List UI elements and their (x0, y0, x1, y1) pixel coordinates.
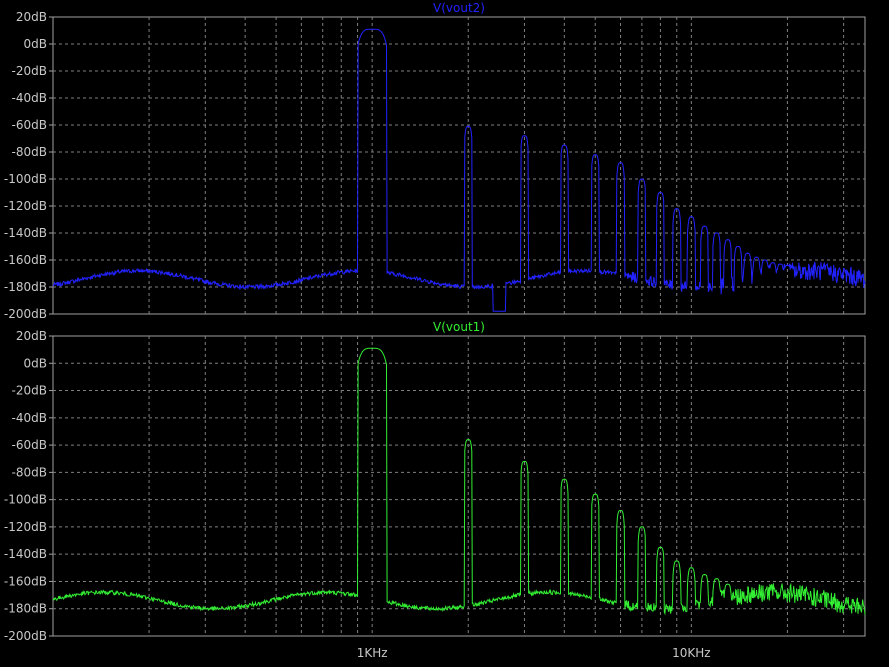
panel2-plot-frame (52, 335, 866, 637)
panel1-harmonic-peak (690, 216, 692, 218)
panel1-harmonic-peak (786, 264, 789, 266)
panel2-y-tick-label: -80dB (12, 465, 47, 479)
panel2-x-tick-label: 10KHz (672, 646, 710, 660)
panel1-y-tick-label: -120dB (4, 199, 47, 213)
panel1-harmonic-peak (467, 125, 469, 127)
panel1-y-tick-label: -20dB (12, 64, 47, 78)
panel2-y-tick-label: -40dB (12, 411, 47, 425)
panel1-harmonic-peak (703, 225, 706, 227)
panel1-y-tick-label: -80dB (12, 145, 47, 159)
panel2-y-tick-label: 0dB (24, 356, 47, 370)
panel1-harmonic-peak (523, 135, 526, 137)
panel2-harmonic-peak (716, 578, 718, 580)
panel1-harmonic-peak (371, 28, 373, 30)
panel1-y-tick-label: -200dB (4, 307, 47, 321)
panel2-trace-line (52, 347, 866, 616)
panel2-y-tick-label: -140dB (4, 547, 47, 561)
panel1-harmonic-peak (746, 252, 749, 254)
panel2-harmonic-peak (690, 567, 692, 569)
panel2-y-tick-label: -60dB (12, 438, 47, 452)
panel1-y-tick-label: -160dB (4, 253, 47, 267)
panel1-harmonic-peak (563, 144, 565, 146)
panel2-y-tick-label: -120dB (4, 520, 47, 534)
panel2-harmonic-peak (523, 460, 526, 463)
panel1-harmonic-peak (779, 263, 781, 265)
plot-canvas: 20dB 0dB -20dB -40dB -60dB -80dB -100dB -120dB -… (4, 1, 866, 660)
panel2-harmonic-peak (659, 546, 662, 548)
panel2-y-tick-label: -20dB (12, 384, 47, 398)
panel2-y-tick-label: 20dB (16, 329, 47, 343)
panel1-harmonic-peak (641, 178, 643, 180)
panel2-harmonic-peak (727, 583, 729, 585)
panel2-harmonic-peak (619, 509, 622, 512)
panel2-harmonic-peak (467, 439, 469, 441)
panel2-y-tick-label: -100dB (4, 493, 47, 507)
panel1-harmonic-peak (764, 259, 766, 261)
panel1-harmonic-peak (772, 262, 774, 264)
panel1-y-tick-label: -60dB (12, 118, 47, 132)
panel1-plot-frame (52, 16, 866, 315)
panel1-harmonic-peak (737, 245, 739, 248)
panel2-harmonic-peak (563, 478, 565, 480)
panel1-y-tick-label: -140dB (4, 226, 47, 240)
panel1-harmonic-peak (619, 162, 622, 164)
panel2-x-tick-label: 1KHz (357, 646, 388, 660)
panel1-harmonic-peak (716, 232, 718, 234)
panel2-harmonic-peak (594, 493, 596, 495)
panel1-y-tick-label: -40dB (12, 91, 47, 105)
panel1-trace-line (52, 28, 866, 312)
panel2-harmonic-peak (676, 560, 678, 562)
panel2-y-tick-label: -180dB (4, 602, 47, 616)
panel1-y-tick-label: 0dB (24, 37, 47, 51)
panel1-harmonic-peak (676, 208, 678, 210)
waveform-viewer: 20dB 0dB -20dB -40dB -60dB -80dB -100dB -120dB -… (0, 0, 889, 663)
panel1-y-tick-label: -180dB (4, 280, 47, 294)
panel2-y-tick-label: -200dB (4, 629, 47, 643)
panel2-harmonic-peak (703, 574, 706, 576)
panel1-y-tick-label: -100dB (4, 172, 47, 186)
panel2-harmonic-peak (641, 526, 643, 528)
panel2-trace-title: V(vout1) (433, 320, 485, 334)
panel1-harmonic-peak (727, 239, 729, 241)
panel1-harmonic-peak (755, 256, 758, 258)
panel1-harmonic-peak (659, 191, 662, 194)
panel2-harmonic-peak (371, 347, 373, 349)
panel1-y-tick-label: 20dB (16, 10, 47, 24)
panel1-harmonic-peak (594, 154, 596, 156)
panel1-trace-title: V(vout2) (433, 1, 485, 15)
panel2-y-tick-label: -160dB (4, 574, 47, 588)
